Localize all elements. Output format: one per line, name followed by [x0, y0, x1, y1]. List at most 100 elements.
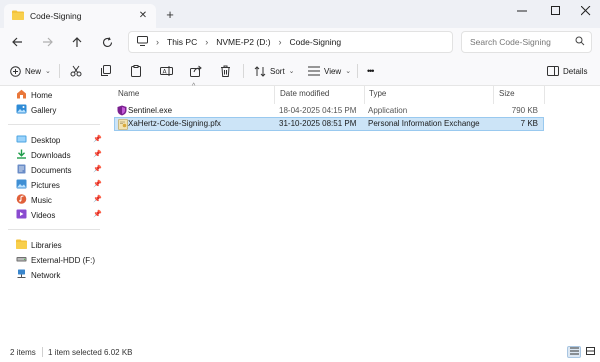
more-options-button[interactable]: ••• — [367, 63, 375, 79]
paste-icon — [130, 65, 142, 77]
delete-button[interactable] — [220, 63, 231, 79]
pin-icon[interactable]: 📌 — [93, 150, 102, 158]
file-name: Sentinel.exe — [128, 106, 173, 115]
documents-folder-icon — [16, 164, 27, 176]
new-tab-button[interactable]: + — [163, 7, 177, 22]
divider — [357, 64, 358, 78]
command-bar: New ⌄ A Sort ⌄ View ⌄ ••• Details — [0, 56, 600, 86]
sidebar-item-label: Pictures — [31, 180, 60, 190]
music-folder-icon — [16, 194, 27, 206]
details-button[interactable]: Details — [547, 63, 587, 79]
sidebar-item-downloads[interactable]: Downloads 📌 — [16, 148, 104, 162]
rename-button[interactable]: A — [160, 63, 173, 79]
column-header-date[interactable]: Date modified — [280, 89, 329, 98]
sidebar-item-label: Libraries — [31, 240, 62, 250]
chevron-down-icon: ⌄ — [345, 68, 352, 75]
navigation-pane: Home Gallery Desktop 📌 Downloads 📌 Docum… — [0, 86, 106, 342]
desktop-folder-icon — [16, 134, 27, 146]
status-bar: 2 items 1 item selected 6.02 KB — [0, 342, 600, 362]
refresh-button[interactable] — [98, 33, 116, 51]
libraries-icon — [16, 239, 27, 251]
tab-code-signing[interactable]: Code-Signing ✕ — [4, 4, 156, 28]
navigation-bar: › This PC › NVME-P2 (D:) › Code-Signing … — [0, 28, 600, 56]
file-name: XaHertz-Code-Signing.pfx — [128, 119, 221, 128]
item-count: 2 items — [10, 348, 36, 357]
sidebar-item-label: Home — [31, 90, 53, 100]
search-input[interactable]: Search Code-Signing — [461, 31, 592, 53]
new-label: New — [25, 66, 42, 76]
column-divider[interactable] — [364, 86, 365, 104]
copy-button[interactable] — [100, 63, 112, 79]
sort-button[interactable]: Sort ⌄ — [254, 63, 295, 79]
sidebar-item-label: Desktop — [31, 135, 61, 145]
details-pane-icon — [547, 66, 559, 76]
details-view-icon — [569, 347, 579, 357]
close-window-button[interactable] — [570, 0, 600, 22]
share-icon — [190, 65, 202, 77]
file-date: 31-10-2025 08:51 PM — [279, 119, 357, 128]
sidebar-item-external-hdd[interactable]: External-HDD (F:) — [16, 253, 104, 267]
pin-icon[interactable]: 📌 — [93, 210, 102, 218]
search-icon — [575, 36, 585, 48]
sidebar-item-videos[interactable]: Videos 📌 — [16, 208, 104, 222]
column-divider[interactable] — [274, 86, 275, 104]
paste-button[interactable] — [130, 63, 142, 79]
close-tab-icon[interactable]: ✕ — [136, 8, 150, 22]
pin-icon[interactable]: 📌 — [93, 135, 102, 143]
sidebar-item-libraries[interactable]: Libraries — [16, 238, 104, 252]
file-row-selected[interactable]: XaHertz-Code-Signing.pfx 31-10-2025 08:5… — [114, 117, 544, 131]
file-row[interactable]: Sentinel.exe 18-04-2025 04:15 PM Applica… — [114, 104, 544, 118]
drive-icon — [16, 254, 27, 266]
view-button[interactable]: View ⌄ — [308, 63, 351, 79]
details-label: Details — [563, 66, 588, 76]
pin-icon[interactable]: 📌 — [93, 195, 102, 203]
cut-button[interactable] — [70, 63, 82, 79]
sidebar-item-home[interactable]: Home — [16, 88, 104, 102]
selection-info: 1 item selected 6.02 KB — [48, 348, 133, 357]
column-header-size[interactable]: Size — [499, 89, 515, 98]
share-button[interactable] — [190, 63, 202, 79]
column-divider[interactable] — [493, 86, 494, 104]
file-size: 790 KB — [511, 106, 538, 115]
search-placeholder: Search Code-Signing — [470, 37, 551, 47]
pin-icon[interactable]: 📌 — [93, 165, 102, 173]
home-icon — [16, 89, 27, 101]
breadcrumb-drive[interactable]: NVME-P2 (D:) — [216, 37, 270, 47]
chevron-right-icon: › — [278, 37, 282, 47]
new-button[interactable]: New ⌄ — [10, 63, 51, 79]
minimize-button[interactable] — [506, 0, 538, 22]
network-icon — [16, 269, 27, 281]
sidebar-item-music[interactable]: Music 📌 — [16, 193, 104, 207]
sidebar-item-gallery[interactable]: Gallery — [16, 103, 104, 117]
forward-button[interactable] — [38, 33, 56, 51]
divider — [42, 347, 43, 357]
sidebar-item-pictures[interactable]: Pictures 📌 — [16, 178, 104, 192]
column-header-type[interactable]: Type — [369, 89, 386, 98]
details-view-button[interactable] — [567, 346, 581, 358]
breadcrumb-folder[interactable]: Code-Signing — [290, 37, 342, 47]
up-button[interactable] — [68, 33, 86, 51]
sidebar-item-label: External-HDD (F:) — [31, 255, 96, 265]
address-bar[interactable]: › This PC › NVME-P2 (D:) › Code-Signing — [128, 31, 453, 53]
back-button[interactable] — [8, 33, 26, 51]
computer-icon — [137, 36, 148, 48]
divider — [243, 64, 244, 78]
column-divider[interactable] — [544, 86, 545, 104]
column-header-name[interactable]: Name — [118, 89, 139, 98]
sidebar-item-label: Gallery — [31, 105, 57, 115]
rename-icon: A — [160, 65, 173, 77]
folder-icon — [12, 10, 24, 22]
breadcrumb-this-pc[interactable]: This PC — [167, 37, 197, 47]
divider — [8, 124, 100, 125]
sidebar-item-documents[interactable]: Documents 📌 — [16, 163, 104, 177]
sidebar-item-desktop[interactable]: Desktop 📌 — [16, 133, 104, 147]
view-label: View — [324, 66, 342, 76]
videos-folder-icon — [16, 209, 27, 221]
certificate-file-icon — [118, 119, 128, 132]
sort-label: Sort — [270, 66, 285, 76]
file-type: Application — [368, 106, 408, 115]
maximize-button[interactable] — [540, 0, 572, 22]
tiles-view-button[interactable] — [583, 346, 597, 358]
pin-icon[interactable]: 📌 — [93, 180, 102, 188]
sidebar-item-network[interactable]: Network — [16, 268, 104, 282]
